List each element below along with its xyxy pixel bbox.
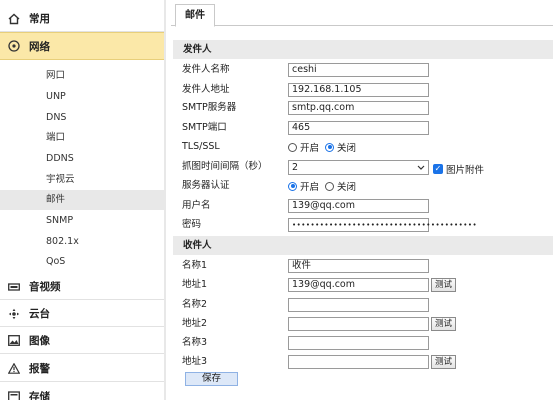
sidebar-item-label: 宇视云: [46, 174, 75, 185]
tls-radio-group: 开启 关闭: [288, 140, 362, 154]
category-alarm-label: 报警: [29, 363, 50, 375]
category-network[interactable]: 网络: [0, 32, 164, 60]
sidebar-item-label: 802.1x: [46, 236, 79, 247]
receiver-name2-label: 名称2: [182, 299, 208, 310]
category-image[interactable]: 图像: [0, 328, 164, 354]
sender-address-label: 发件人地址: [182, 84, 230, 95]
sidebar-item-label: DNS: [46, 112, 67, 123]
receiver-addr1-label: 地址1: [182, 279, 208, 290]
auth-label: 服务器认证: [182, 180, 230, 191]
password-input[interactable]: ••••••••••••••••••••••••••••••••••••••••: [288, 218, 477, 232]
interval-label: 抓图时间间隔（秒）: [182, 161, 268, 172]
sidebar-item-cloud[interactable]: 宇视云: [0, 170, 164, 190]
sidebar-item-email[interactable]: 邮件: [0, 190, 164, 210]
image-icon: [7, 335, 21, 347]
tls-on-radio[interactable]: [288, 142, 297, 152]
attach-checkbox[interactable]: ✓: [433, 164, 443, 174]
category-ptz-label: 云台: [29, 308, 50, 320]
auth-on-label: 开启: [300, 182, 320, 193]
home-icon: [7, 13, 21, 25]
tls-on-label: 开启: [300, 143, 320, 154]
category-ptz[interactable]: 云台: [0, 301, 164, 327]
save-button[interactable]: 保存: [185, 372, 238, 386]
password-label: 密码: [182, 219, 202, 230]
smtp-port-label: SMTP端口: [182, 122, 227, 133]
globe-icon: [7, 40, 21, 52]
smtp-port-input[interactable]: 465: [288, 121, 429, 135]
sidebar-item-port[interactable]: 网口: [0, 66, 164, 86]
smtp-server-label: SMTP服务器: [182, 102, 237, 113]
sidebar-item-qos[interactable]: QoS: [0, 252, 164, 272]
receiver-name2-input[interactable]: [288, 298, 429, 312]
username-input[interactable]: 139@qq.com: [288, 199, 429, 213]
receiver-name1-label: 名称1: [182, 260, 208, 271]
sidebar-item-8021x[interactable]: 802.1x: [0, 232, 164, 252]
sidebar-item-label: QoS: [46, 256, 66, 267]
test-addr2-button[interactable]: 测试: [431, 317, 456, 331]
auth-off-option[interactable]: 关闭: [325, 179, 356, 193]
sidebar-item-label: 邮件: [46, 194, 66, 205]
sidebar-item-label: 端口: [46, 132, 66, 143]
tab-bar: 邮件: [171, 0, 553, 27]
auth-on-option[interactable]: 开启: [288, 179, 319, 193]
category-common[interactable]: 常用: [0, 6, 164, 32]
smtp-server-input[interactable]: smtp.qq.com: [288, 101, 429, 115]
sidebar: 常用 网络 网口 UNP DNS 端口 DDNS 宇视云 邮件 SNMP 802…: [0, 0, 166, 400]
test-addr3-button[interactable]: 测试: [431, 355, 456, 369]
video-icon: [7, 281, 21, 293]
attach-label: 图片附件: [446, 165, 485, 176]
section-receiver-title: 收件人: [173, 236, 553, 255]
auth-radio-group: 开启 关闭: [288, 179, 362, 193]
sidebar-item-label: 网口: [46, 70, 66, 81]
category-common-label: 常用: [29, 13, 50, 25]
sidebar-item-unp[interactable]: UNP: [0, 87, 164, 107]
chevron-down-icon: [417, 161, 425, 178]
sender-name-input[interactable]: ceshi: [288, 63, 429, 77]
receiver-addr2-input[interactable]: [288, 317, 429, 331]
tls-label: TLS/SSL: [182, 141, 220, 152]
category-network-label: 网络: [29, 40, 50, 53]
warning-icon: [7, 363, 21, 375]
sidebar-item-label: SNMP: [46, 215, 74, 226]
tls-off-radio[interactable]: [325, 142, 335, 152]
interval-select[interactable]: 2: [288, 160, 429, 175]
category-image-label: 图像: [29, 335, 50, 347]
sidebar-item-label: DDNS: [46, 153, 74, 164]
receiver-addr2-label: 地址2: [182, 318, 208, 329]
receiver-name3-label: 名称3: [182, 337, 208, 348]
tls-off-label: 关闭: [337, 143, 357, 154]
sidebar-item-ddns[interactable]: DDNS: [0, 149, 164, 169]
test-addr1-button[interactable]: 测试: [431, 278, 456, 292]
sidebar-item-label: UNP: [46, 91, 66, 102]
username-label: 用户名: [182, 200, 211, 211]
sidebar-item-snmp[interactable]: SNMP: [0, 211, 164, 231]
attach-checkbox-group[interactable]: ✓ 图片附件: [433, 162, 484, 176]
sidebar-item-ports[interactable]: 端口: [0, 128, 164, 148]
tab-email[interactable]: 邮件: [175, 4, 215, 27]
sender-address-input[interactable]: 192.168.1.105: [288, 83, 429, 97]
tls-off-option[interactable]: 关闭: [325, 140, 356, 154]
category-av-label: 音视频: [29, 281, 61, 293]
category-av[interactable]: 音视频: [0, 274, 164, 300]
receiver-addr3-label: 地址3: [182, 356, 208, 367]
auth-off-radio[interactable]: [325, 181, 335, 191]
category-alarm[interactable]: 报警: [0, 356, 164, 382]
section-sender-title: 发件人: [173, 40, 553, 59]
auth-off-label: 关闭: [337, 182, 357, 193]
storage-icon: [7, 391, 21, 400]
tls-on-option[interactable]: 开启: [288, 140, 319, 154]
receiver-addr1-input[interactable]: 139@qq.com: [288, 278, 429, 292]
category-storage-label: 存储: [29, 391, 50, 400]
interval-select-value: 2: [292, 162, 299, 173]
sidebar-item-dns[interactable]: DNS: [0, 108, 164, 128]
sender-name-label: 发件人名称: [182, 64, 230, 75]
receiver-name3-input[interactable]: [288, 336, 429, 350]
category-storage[interactable]: 存储: [0, 384, 164, 400]
auth-on-radio[interactable]: [288, 181, 297, 191]
ptz-icon: [7, 308, 21, 320]
receiver-name1-input[interactable]: 收件: [288, 259, 429, 273]
receiver-addr3-input[interactable]: [288, 355, 429, 369]
sidebar-scrollbar[interactable]: [164, 0, 166, 400]
